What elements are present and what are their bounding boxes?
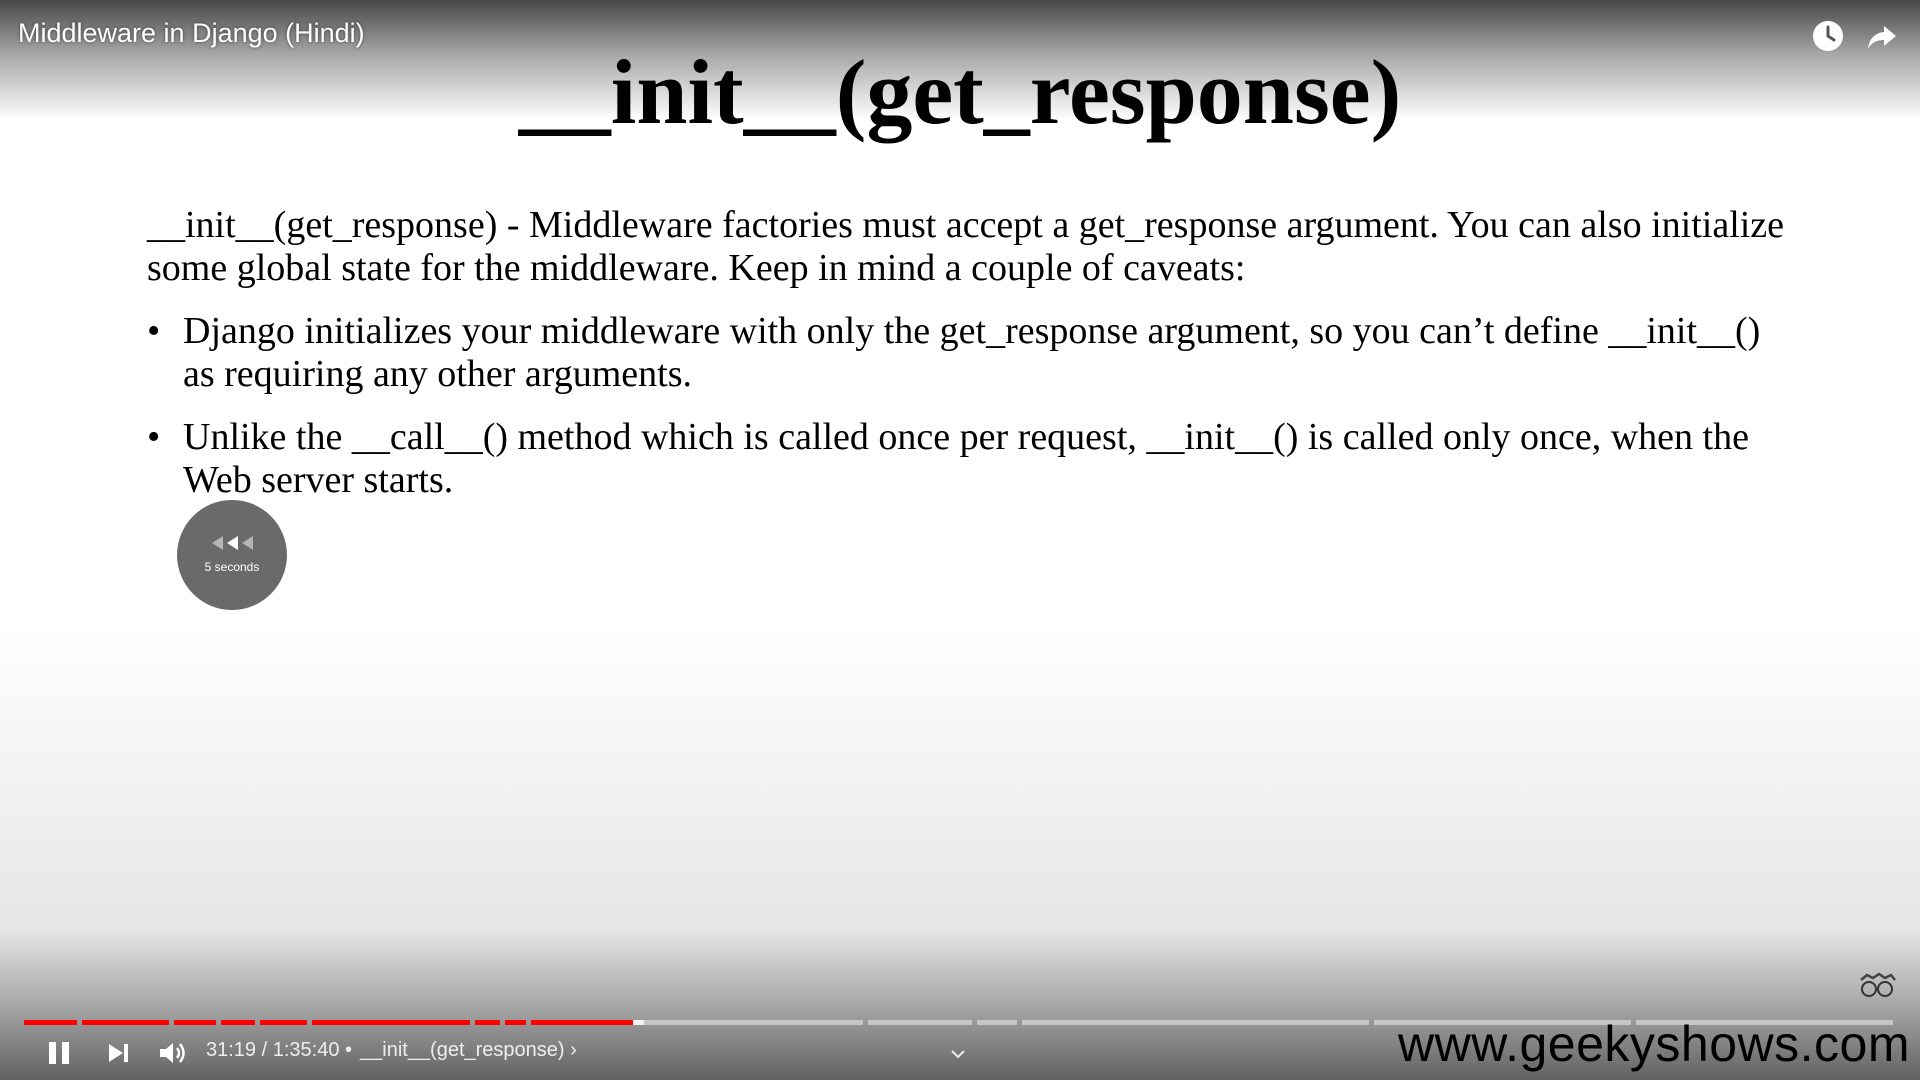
slide-bullet-item: • Unlike the __call__() method which is … bbox=[147, 416, 1797, 502]
played-fill bbox=[475, 1020, 501, 1025]
video-title[interactable]: Middleware in Django (Hindi) bbox=[18, 18, 365, 49]
slide-title: __init__(get_response) bbox=[518, 41, 1402, 143]
played-fill bbox=[531, 1020, 634, 1025]
played-fill bbox=[505, 1020, 527, 1025]
played-fill bbox=[82, 1020, 169, 1025]
volume-icon bbox=[160, 1043, 185, 1063]
rewind-icon bbox=[211, 536, 253, 550]
slide-intro: __init__(get_response) - Middleware fact… bbox=[147, 204, 1785, 289]
played-fill bbox=[173, 1020, 216, 1025]
bullet-text: Unlike the __call__() method which is ca… bbox=[183, 416, 1749, 501]
chapter-segment[interactable] bbox=[976, 1020, 1017, 1025]
played-fill bbox=[220, 1020, 255, 1025]
volume-button[interactable] bbox=[158, 1040, 188, 1066]
bullet-mark: • bbox=[147, 310, 161, 352]
chevron-down-icon[interactable] bbox=[950, 1040, 966, 1066]
played-fill bbox=[312, 1020, 471, 1025]
played-fill bbox=[259, 1020, 308, 1025]
chapter-button[interactable]: __init__(get_response) › bbox=[360, 1039, 577, 1062]
seek-back-indicator: 5 seconds bbox=[177, 500, 287, 610]
share-icon-svg bbox=[1868, 26, 1896, 49]
bullet-text: Django initializes your middleware with … bbox=[183, 310, 1761, 395]
pause-button[interactable] bbox=[46, 1040, 72, 1066]
chapter-chevron-icon: › bbox=[570, 1039, 577, 1061]
chapter-text: __init__(get_response) bbox=[360, 1039, 565, 1061]
pause-icon bbox=[49, 1042, 69, 1064]
watch-later-icon[interactable] bbox=[1810, 18, 1846, 54]
chevron-down-icon-svg bbox=[951, 1050, 965, 1059]
geekyshows-logo bbox=[1860, 972, 1896, 997]
chapter-segment[interactable] bbox=[868, 1020, 972, 1025]
share-icon[interactable] bbox=[1864, 18, 1900, 54]
chapter-segment[interactable] bbox=[1021, 1020, 1369, 1025]
played-fill bbox=[24, 1020, 78, 1025]
next-icon bbox=[109, 1044, 128, 1062]
time-display: 31:19 / 1:35:40 • bbox=[206, 1039, 352, 1062]
watch-later-icon-svg bbox=[1813, 21, 1843, 51]
time-text: 31:19 / 1:35:40 bbox=[206, 1039, 340, 1061]
video-frame[interactable]: __init__(get_response) __init__(get_resp… bbox=[0, 0, 1920, 1080]
slide-bullet-list: • Django initializes your middleware wit… bbox=[147, 310, 1797, 502]
next-button[interactable] bbox=[107, 1042, 131, 1064]
bullet-mark: • bbox=[147, 416, 161, 458]
seek-text: 5 seconds bbox=[204, 560, 260, 574]
slide-bullet-item: • Django initializes your middleware wit… bbox=[147, 310, 1797, 396]
slide-body: __init__(get_response) - Middleware fact… bbox=[147, 204, 1797, 522]
watermark: www.geekyshows.com bbox=[1398, 1016, 1910, 1072]
time-separator: • bbox=[345, 1039, 353, 1061]
